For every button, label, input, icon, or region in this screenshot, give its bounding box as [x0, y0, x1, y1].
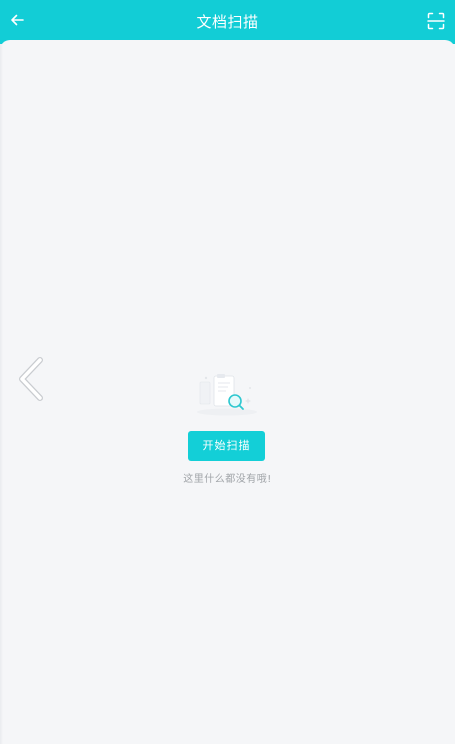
scan-button[interactable]: [425, 10, 447, 32]
document-scan-screen: 文档扫描 开始扫描 这里什么都没有哦!: [0, 0, 455, 744]
edge-shadow: [0, 44, 3, 744]
page-title: 文档扫描: [196, 13, 259, 31]
empty-message: 这里什么都没有哦!: [183, 474, 272, 485]
chevron-left-icon[interactable]: [14, 356, 48, 402]
app-header: 文档扫描: [0, 0, 455, 44]
arrow-left-icon: [11, 14, 24, 26]
back-button[interactable]: [6, 9, 28, 31]
header-curve: [0, 40, 455, 50]
start-scan-button[interactable]: 开始扫描: [188, 431, 265, 461]
scan-frame-icon: [427, 12, 445, 30]
document-search-icon: [197, 374, 257, 416]
